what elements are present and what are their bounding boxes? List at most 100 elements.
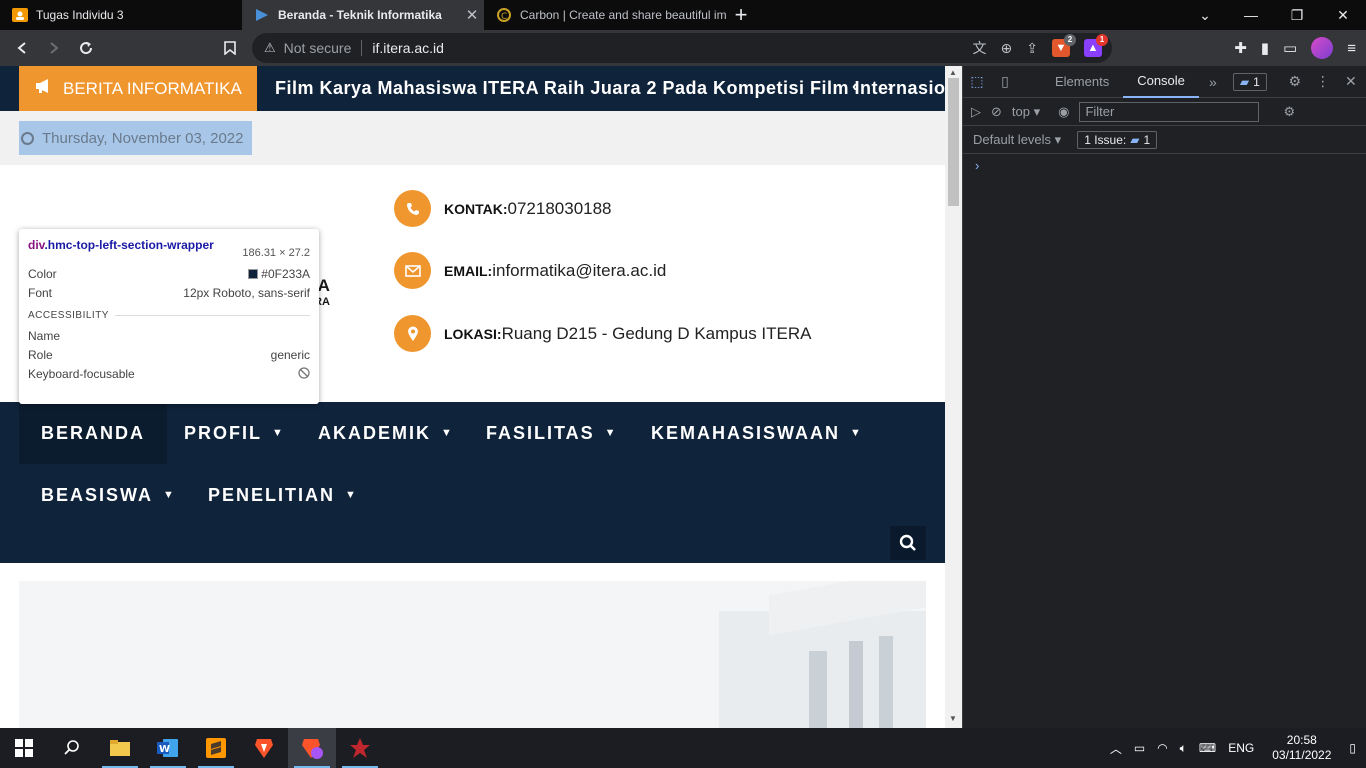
close-window-button[interactable]: ✕	[1320, 0, 1366, 30]
building-window	[809, 651, 827, 728]
word-app[interactable]: W	[144, 728, 192, 768]
date-wrapper: Thursday, November 03, 2022	[19, 121, 252, 155]
issue-counter[interactable]: 1 Issue: ▰ 1	[1077, 130, 1158, 149]
show-hidden-icons[interactable]: ︿	[1110, 740, 1122, 757]
tab-elements[interactable]: Elements	[1041, 66, 1123, 98]
tooltip-color-value: #0F233A	[248, 267, 310, 281]
language-indicator[interactable]: ENG	[1228, 741, 1254, 755]
tooltip-name-label: Name	[28, 329, 61, 343]
nav-fasilitas[interactable]: FASILITAS ▼	[464, 402, 638, 464]
close-devtools-icon[interactable]: ✕	[1337, 73, 1365, 90]
window-controls: ⌄ — ❐ ✕	[1182, 0, 1366, 30]
extensions-icon[interactable]: ✚	[1234, 39, 1247, 57]
tooltip-selector: div.hmc-top-left-section-wrapper	[28, 238, 214, 252]
nav-beranda[interactable]: BERANDA	[19, 402, 167, 464]
nav-penelitian[interactable]: PENELITIAN ▼	[186, 464, 378, 526]
keyboard-icon[interactable]: ⌨	[1199, 741, 1216, 755]
url-text[interactable]: if.itera.ac.id	[372, 40, 444, 56]
profile-avatar[interactable]	[1311, 37, 1334, 59]
console-prompt[interactable]: ›	[963, 154, 1366, 177]
nav-beasiswa[interactable]: BEASISWA ▼	[19, 464, 196, 526]
file-explorer-app[interactable]	[96, 728, 144, 768]
menu-icon[interactable]: ≡	[1347, 40, 1356, 57]
battery-icon[interactable]: ▭	[1134, 741, 1145, 755]
main-navigation: BERANDA PROFIL ▼ AKADEMIK ▼ FASILITAS ▼ KEM…	[0, 402, 945, 563]
clear-console-icon[interactable]: ⊘	[991, 104, 1002, 120]
brave-rewards-icon[interactable]: ▲ 1	[1084, 34, 1108, 57]
reload-button[interactable]	[70, 32, 102, 64]
notifications-icon[interactable]: ▯	[1349, 741, 1356, 755]
svg-text:C: C	[501, 12, 507, 22]
sublime-app[interactable]	[192, 728, 240, 768]
brave-beta-app[interactable]	[288, 728, 336, 768]
taskbar-clock[interactable]: 20:58 03/11/2022	[1272, 733, 1331, 763]
start-button[interactable]	[0, 728, 48, 768]
nav-label: FASILITAS	[486, 422, 595, 443]
sidebar-icon[interactable]: ▮	[1261, 39, 1269, 57]
message-icon: ▰	[1239, 74, 1250, 89]
forward-button[interactable]	[38, 32, 70, 64]
wifi-icon[interactable]: ◠	[1157, 741, 1167, 755]
tab-title: Tugas Individu 3	[36, 8, 124, 22]
system-tray: ︿ ▭ ◠ 🔈︎ ⌨ ENG 20:58 03/11/2022 ▯	[1110, 728, 1366, 768]
megaphone-icon	[35, 78, 53, 99]
device-toolbar-icon[interactable]: ▯	[991, 73, 1019, 90]
omnibox[interactable]: ⚠ Not secure if.itera.ac.id 文 ⊕ ⇪ ▼ 2 ▲ 1	[252, 33, 1112, 63]
sidebar-toggle-icon[interactable]: ▷	[971, 104, 981, 120]
share-icon[interactable]: ⇪	[1026, 40, 1038, 57]
brave-beta-icon	[302, 739, 323, 759]
warning-icon[interactable]: ⚠	[264, 40, 276, 56]
context-selector[interactable]: top ▾	[1012, 104, 1040, 120]
ticker-controls: ‹ ›	[852, 78, 893, 96]
live-expression-eye-icon[interactable]: ◉	[1058, 104, 1069, 120]
issues-badge[interactable]: ▰ 1	[1232, 72, 1267, 91]
levels-dropdown[interactable]: Default levels ▾	[973, 132, 1061, 148]
ticker-prev-icon[interactable]: ‹	[852, 78, 857, 96]
volume-icon[interactable]: 🔈︎	[1180, 741, 1187, 756]
bookmark-icon[interactable]	[214, 32, 246, 64]
nav-akademik[interactable]: AKADEMIK ▼	[296, 402, 474, 464]
contact-value: 07218030188	[507, 198, 612, 218]
restore-button[interactable]: ❐	[1274, 0, 1320, 30]
ticker-next-icon[interactable]: ›	[887, 78, 892, 96]
search-taskbar-button[interactable]	[48, 728, 96, 768]
tab-search-icon[interactable]: ⌄	[1182, 0, 1228, 30]
page-scrollbar[interactable]: ▲ ▼	[945, 66, 962, 728]
nav-kemahasiswaan[interactable]: KEMAHASISWAAN ▼	[629, 402, 883, 464]
settings-gear-icon[interactable]: ⚙	[1281, 73, 1309, 90]
search-button[interactable]	[890, 526, 926, 560]
brave-app[interactable]	[240, 728, 288, 768]
current-date: Thursday, November 03, 2022	[42, 129, 244, 147]
more-options-icon[interactable]: ⋮	[1309, 73, 1337, 90]
close-tab-icon[interactable]: ✕	[460, 6, 484, 24]
contact-value[interactable]: informatika@itera.ac.id	[492, 261, 666, 281]
carbon-favicon-icon: C	[496, 7, 512, 23]
nav-profil[interactable]: PROFIL ▼	[162, 402, 305, 464]
translate-icon[interactable]: 文	[973, 38, 987, 58]
chevron-down-icon: ▼	[272, 427, 283, 439]
scroll-down-icon[interactable]: ▼	[949, 714, 957, 723]
chevron-down-icon: ▼	[441, 427, 452, 439]
filter-input[interactable]: Filter	[1079, 101, 1260, 122]
contact-label: EMAIL:	[444, 262, 493, 279]
game-app[interactable]	[336, 728, 384, 768]
ticker-headline[interactable]: Film Karya Mahasiswa ITERA Raih Juara 2 …	[275, 66, 945, 111]
minimize-button[interactable]: —	[1228, 0, 1274, 30]
ticker-label: BERITA INFORMATIKA	[19, 66, 257, 111]
scroll-up-icon[interactable]: ▲	[949, 68, 957, 77]
browser-tab-carbon[interactable]: C Carbon | Create and share beautiful im	[484, 0, 726, 30]
brave-shield-icon[interactable]: ▼ 2	[1052, 34, 1076, 57]
search-icon	[899, 534, 916, 551]
back-button[interactable]	[6, 32, 38, 64]
browser-tab-tugas[interactable]: Tugas Individu 3	[0, 0, 242, 30]
wallet-icon[interactable]: ▭	[1283, 39, 1297, 57]
tab-console[interactable]: Console	[1123, 66, 1199, 98]
rewards-count: 1	[1096, 34, 1108, 46]
scroll-thumb[interactable]	[948, 78, 959, 206]
zoom-icon[interactable]: ⊕	[1001, 40, 1013, 57]
new-tab-button[interactable]: +	[726, 0, 756, 30]
console-settings-icon[interactable]: ⚙	[1283, 104, 1295, 120]
inspect-element-icon[interactable]: ⬚	[963, 73, 991, 90]
more-tabs-icon[interactable]: »	[1199, 74, 1227, 90]
browser-tab-beranda[interactable]: Beranda - Teknik Informatika ✕	[242, 0, 484, 30]
